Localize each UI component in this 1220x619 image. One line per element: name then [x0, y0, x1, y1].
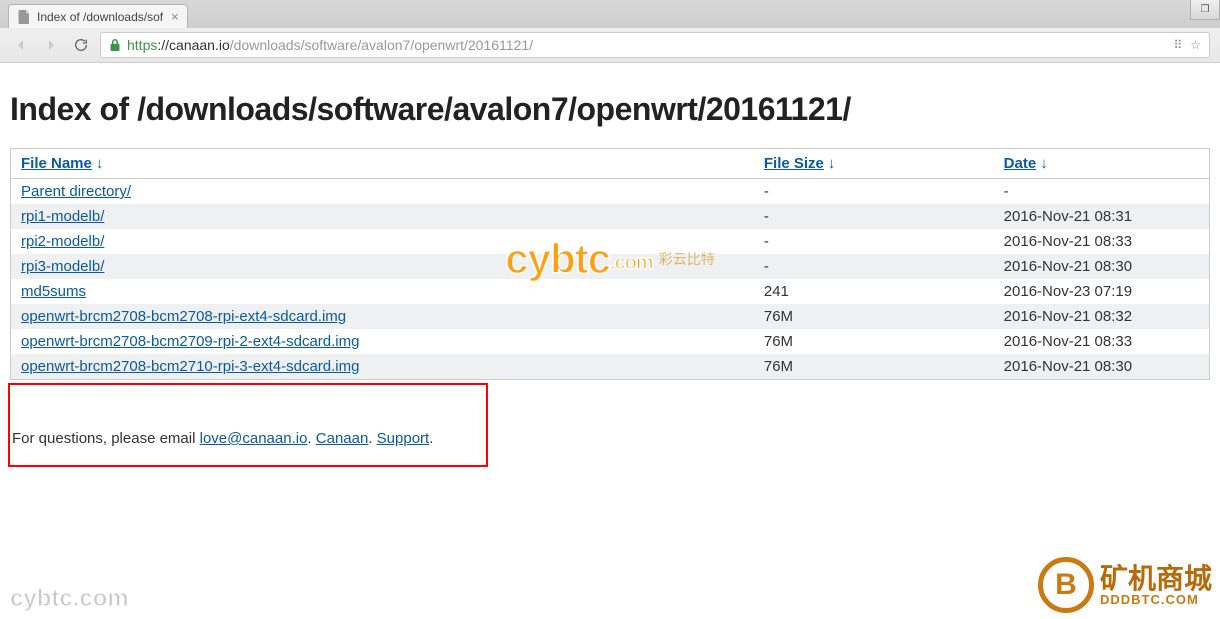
file-date: 2016-Nov-21 08:33 — [994, 229, 1210, 254]
browser-chrome: Index of /downloads/sof × ❐ https://cana… — [0, 0, 1220, 63]
file-link[interactable]: rpi3-modelb/ — [21, 258, 104, 275]
url-scheme: https — [127, 37, 157, 53]
column-header-size[interactable]: File Size↓ — [754, 149, 994, 179]
file-link[interactable]: openwrt-brcm2708-bcm2708-rpi-ext4-sdcard… — [21, 308, 346, 325]
file-size: 76M — [754, 304, 994, 329]
footer: For questions, please email love@canaan.… — [10, 430, 1210, 447]
file-date: 2016-Nov-21 08:30 — [994, 254, 1210, 279]
tab-title: Index of /downloads/sof — [37, 10, 163, 24]
file-link[interactable]: rpi2-modelb/ — [21, 233, 104, 250]
file-icon — [17, 10, 31, 24]
file-size: 241 — [754, 279, 994, 304]
table-row: rpi1-modelb/ -2016-Nov-21 08:31 — [11, 204, 1210, 229]
page-title: Index of /downloads/software/avalon7/ope… — [10, 91, 1210, 128]
close-icon[interactable]: × — [171, 10, 179, 23]
forward-button[interactable] — [40, 34, 62, 56]
sort-arrow-icon: ↓ — [828, 155, 836, 172]
file-size: - — [754, 204, 994, 229]
sort-arrow-icon: ↓ — [96, 155, 104, 172]
file-link[interactable]: md5sums — [21, 283, 86, 300]
tab-bar: Index of /downloads/sof × — [0, 0, 1220, 28]
lock-icon — [109, 38, 121, 52]
table-row: rpi3-modelb/ -2016-Nov-21 08:30 — [11, 254, 1210, 279]
column-header-name[interactable]: File Name↓ — [11, 149, 754, 179]
column-header-date[interactable]: Date↓ — [994, 149, 1210, 179]
watermark-cybtc-bottom-left: cybtc.com — [10, 585, 129, 613]
page-content: Index of /downloads/software/avalon7/ope… — [0, 63, 1220, 457]
file-size: 76M — [754, 329, 994, 354]
file-date: 2016-Nov-21 08:30 — [994, 354, 1210, 380]
sort-arrow-icon: ↓ — [1040, 155, 1048, 172]
file-link[interactable]: openwrt-brcm2708-bcm2709-rpi-2-ext4-sdca… — [21, 333, 359, 350]
file-date: 2016-Nov-21 08:33 — [994, 329, 1210, 354]
back-button[interactable] — [10, 34, 32, 56]
file-date: 2016-Nov-21 08:31 — [994, 204, 1210, 229]
table-row: md5sums 2412016-Nov-23 07:19 — [11, 279, 1210, 304]
file-size: 76M — [754, 354, 994, 380]
file-date: - — [994, 179, 1210, 205]
table-row: rpi2-modelb/ -2016-Nov-21 08:33 — [11, 229, 1210, 254]
file-date: 2016-Nov-21 08:32 — [994, 304, 1210, 329]
file-size: - — [754, 229, 994, 254]
address-bar[interactable]: https://canaan.io/downloads/software/ava… — [100, 32, 1210, 58]
reload-button[interactable] — [70, 34, 92, 56]
file-size: - — [754, 254, 994, 279]
footer-canaan-link[interactable]: Canaan — [316, 430, 369, 447]
file-date: 2016-Nov-23 07:19 — [994, 279, 1210, 304]
table-row: openwrt-brcm2708-bcm2709-rpi-2-ext4-sdca… — [11, 329, 1210, 354]
table-row: openwrt-brcm2708-bcm2708-rpi-ext4-sdcard… — [11, 304, 1210, 329]
file-link[interactable]: rpi1-modelb/ — [21, 208, 104, 225]
window-restore-button[interactable]: ❐ — [1190, 0, 1220, 20]
highlight-annotation — [8, 383, 488, 467]
window-controls: ❐ — [1190, 0, 1220, 20]
file-link[interactable]: Parent directory/ — [21, 183, 131, 200]
bitcoin-icon: B — [1038, 557, 1094, 613]
footer-email-link[interactable]: love@canaan.io — [200, 430, 308, 447]
translate-icon[interactable]: ⠿ — [1173, 38, 1182, 52]
table-row: openwrt-brcm2708-bcm2710-rpi-3-ext4-sdca… — [11, 354, 1210, 380]
watermark-dddbtc: B 矿机商城 DDDBTC.COM — [1038, 557, 1212, 613]
footer-support-link[interactable]: Support — [377, 430, 430, 447]
directory-listing-table: File Name↓ File Size↓ Date↓ Parent direc… — [10, 148, 1210, 380]
bookmark-icon[interactable]: ☆ — [1190, 38, 1201, 52]
browser-toolbar: https://canaan.io/downloads/software/ava… — [0, 28, 1220, 62]
url-host: ://canaan.io — [157, 37, 229, 53]
url-path: /downloads/software/avalon7/openwrt/2016… — [230, 37, 533, 53]
table-row: Parent directory/ -- — [11, 179, 1210, 205]
file-link[interactable]: openwrt-brcm2708-bcm2710-rpi-3-ext4-sdca… — [21, 358, 359, 375]
file-size: - — [754, 179, 994, 205]
footer-text: For questions, please email — [12, 430, 200, 447]
browser-tab[interactable]: Index of /downloads/sof × — [8, 4, 188, 28]
